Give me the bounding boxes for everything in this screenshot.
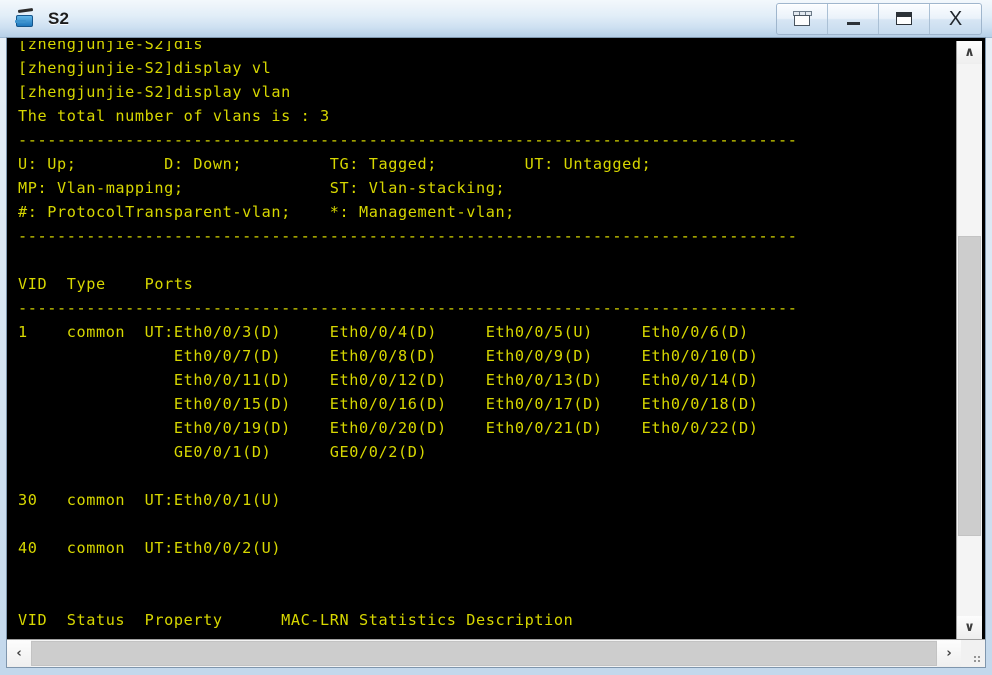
application-window: S2 X [zhengjunjie-S2]dis [zhengjunjie-S2… <box>0 0 992 675</box>
scroll-right-arrow-icon[interactable]: › <box>937 640 961 667</box>
horizontal-scrollbar[interactable]: ‹ › <box>7 640 961 667</box>
network-switch-icon <box>14 7 40 31</box>
close-button[interactable]: X <box>930 4 981 34</box>
horizontal-scrollbar-row: ‹ › <box>7 639 985 667</box>
window-title: S2 <box>48 8 70 28</box>
resize-grip[interactable] <box>961 640 985 667</box>
vertical-scroll-track[interactable] <box>957 64 982 616</box>
window-controls: X <box>776 2 982 35</box>
console-body: [zhengjunjie-S2]dis [zhengjunjie-S2]disp… <box>7 38 985 639</box>
scroll-down-arrow-icon[interactable]: ∨ <box>957 616 982 639</box>
close-icon: X <box>948 7 963 30</box>
minimize-button[interactable] <box>828 3 879 34</box>
horizontal-scroll-thumb[interactable] <box>31 641 937 666</box>
scroll-up-arrow-icon[interactable]: ∧ <box>957 41 982 64</box>
scroll-left-arrow-icon[interactable]: ‹ <box>7 640 31 667</box>
cascade-windows-icon <box>792 11 812 26</box>
vertical-scroll-thumb[interactable] <box>958 236 981 536</box>
maximize-icon <box>896 12 912 25</box>
console-frame: [zhengjunjie-S2]dis [zhengjunjie-S2]disp… <box>6 37 986 668</box>
maximize-button[interactable] <box>879 3 930 34</box>
vertical-scrollbar[interactable]: ∧ ∨ <box>956 41 982 639</box>
terminal-text: [zhengjunjie-S2]dis [zhengjunjie-S2]disp… <box>18 41 798 629</box>
title-bar: S2 X <box>0 0 992 38</box>
restore-all-button[interactable] <box>777 3 828 34</box>
terminal-output-area[interactable]: [zhengjunjie-S2]dis [zhengjunjie-S2]disp… <box>10 41 956 639</box>
title-bar-left: S2 <box>0 7 776 31</box>
horizontal-scroll-track[interactable] <box>31 640 937 667</box>
minimize-icon <box>846 21 860 25</box>
